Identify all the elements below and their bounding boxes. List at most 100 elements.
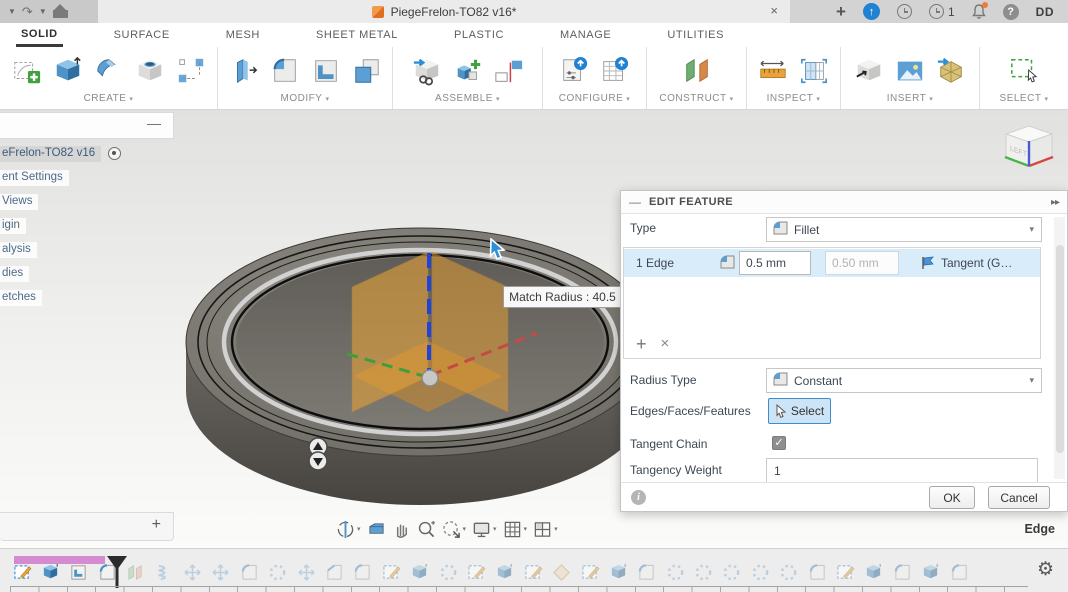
home-icon[interactable] [53,5,68,18]
remove-edge-set-button[interactable]: × [661,335,670,353]
dialog-collapse-icon[interactable]: — [629,195,641,209]
timeline-feature-fillet[interactable] [945,561,973,583]
tab-plastic[interactable]: PLASTIC [449,23,509,47]
timeline-feature-extrude[interactable] [36,561,64,583]
close-tab-icon[interactable]: × [770,3,778,18]
pan-icon[interactable] [392,520,411,539]
insert-link-icon[interactable] [411,55,443,87]
timeline-feature-sketch[interactable] [576,561,604,583]
stopwatch-icon[interactable] [897,4,912,19]
timeline-feature-fillet[interactable] [888,561,916,583]
timeline-feature-pattern[interactable] [718,561,746,583]
browser-item[interactable]: Views [0,193,175,210]
timeline-feature-sketch[interactable] [462,561,490,583]
shell3d-icon[interactable] [310,55,342,87]
timeline-feature-fillet[interactable] [235,561,263,583]
timeline-feature-fillet[interactable] [803,561,831,583]
tangency-weight-input[interactable]: 1 [766,458,1038,483]
insert-mesh-icon[interactable] [935,55,967,87]
tab-mesh[interactable]: MESH [221,23,265,47]
hole-icon[interactable] [134,55,166,87]
timeline-feature-pattern[interactable] [775,561,803,583]
user-avatar[interactable]: DD [1036,5,1054,19]
notifications-bell-icon[interactable] [972,4,986,19]
timeline-feature-form[interactable] [547,561,575,583]
derive-icon[interactable] [853,55,885,87]
toolbar-group-label[interactable]: CONSTRUCT▾ [659,93,733,104]
display-settings-icon[interactable]: ▾ [472,520,497,539]
timeline-feature-coil[interactable] [150,561,178,583]
browser-item[interactable]: dies [0,265,175,282]
browser-minimize-icon[interactable]: — [147,115,161,131]
timeline-feature-pattern[interactable] [746,561,774,583]
tab-sheet-metal[interactable]: SHEET METAL [311,23,403,47]
timeline-feature-fillet[interactable] [349,561,377,583]
origin-point[interactable] [422,370,438,386]
radius-drag-manipulator[interactable] [309,438,327,470]
timeline-feature-chamfer[interactable] [320,561,348,583]
config-sheet-icon[interactable] [558,55,590,87]
timeline-feature-sketch[interactable] [8,561,36,583]
viewport[interactable]: LEFT — eFrelon-TO82 v16ent SettingsViews… [0,110,1068,548]
continuity-cell[interactable]: Tangent (G… [921,256,1012,270]
timeline-feature-sketch[interactable] [519,561,547,583]
timeline-feature-pattern[interactable] [434,561,462,583]
canvas-icon[interactable] [894,55,926,87]
timeline-feature-sketch[interactable] [831,561,859,583]
dialog-header[interactable]: — EDIT FEATURE ▸▸ [621,191,1067,214]
tab-solid[interactable]: SOLID [16,23,63,47]
activate-radio-icon[interactable] [108,147,121,160]
select-button[interactable]: Select [768,398,831,424]
sweep-icon[interactable] [93,55,125,87]
timeline-feature-pattern[interactable] [689,561,717,583]
fit-icon[interactable]: ▾ [442,520,467,539]
redo-menu-icon[interactable]: ▼ [39,7,47,16]
browser-header[interactable]: — [0,112,174,139]
toolbar-group-label[interactable]: MODIFY▾ [281,93,330,104]
view-cube[interactable]: LEFT [1000,122,1060,178]
dialog-scrollbar-thumb[interactable] [1056,245,1064,453]
toolbar-group-label[interactable]: INSERT▾ [887,93,934,104]
redo-icon[interactable]: ↷ [22,4,33,20]
radius-input[interactable]: 0.5 mm [739,251,811,275]
timeline-settings-gear-icon[interactable]: ⚙ [1037,558,1054,581]
radius-type-dropdown[interactable]: Constant ▾ [766,368,1042,393]
cancel-button[interactable]: Cancel [988,486,1050,509]
ok-button[interactable]: OK [929,486,975,509]
toolbar-group-label[interactable]: SELECT▾ [1000,93,1049,104]
fillet3d-icon[interactable] [269,55,301,87]
timeline-feature-move[interactable] [178,561,206,583]
dialog-scrollbar[interactable] [1054,217,1065,479]
add-edge-set-button[interactable]: + [636,335,647,353]
timeline-feature-shell[interactable] [65,561,93,583]
tangent-chain-checkbox[interactable]: ✓ [772,436,786,450]
browser-item[interactable]: eFrelon-TO82 v16 [0,145,175,162]
timeline-feature-pattern[interactable] [661,561,689,583]
timeline-feature-extrude[interactable] [860,561,888,583]
toolbar-group-label[interactable]: CONFIGURE▾ [559,93,631,104]
browser-item[interactable]: etches [0,289,175,306]
sketch-icon[interactable] [11,55,43,87]
timeline-ruler[interactable] [10,586,1028,592]
info-icon[interactable]: i [631,490,646,505]
section-icon[interactable] [798,55,830,87]
press-pull-icon[interactable] [228,55,260,87]
browser-item[interactable]: alysis [0,241,175,258]
timeline-feature-extrude[interactable] [491,561,519,583]
timeline-feature-extrude[interactable] [917,561,945,583]
new-tab-icon[interactable]: + [836,3,846,20]
timeline-feature-move[interactable] [292,561,320,583]
tab-surface[interactable]: SURFACE [109,23,175,47]
tab-utilities[interactable]: UTILITIES [662,23,729,47]
config-table-icon[interactable] [599,55,631,87]
construct-planes-icon[interactable] [681,55,713,87]
edge-set-row[interactable]: 1 Edge 0.5 mm 0.50 mm Tangent (G… [624,249,1040,277]
timeline-feature-extrude[interactable] [604,561,632,583]
dock-add-icon[interactable]: + [152,516,161,534]
history-indicator[interactable]: 1 [929,4,955,19]
new-component-icon[interactable] [452,55,484,87]
pattern-icon[interactable] [175,55,207,87]
dialog-expand-icon[interactable]: ▸▸ [1051,197,1059,208]
timeline-feature-move[interactable] [207,561,235,583]
toolbar-group-label[interactable]: CREATE▾ [84,93,134,104]
